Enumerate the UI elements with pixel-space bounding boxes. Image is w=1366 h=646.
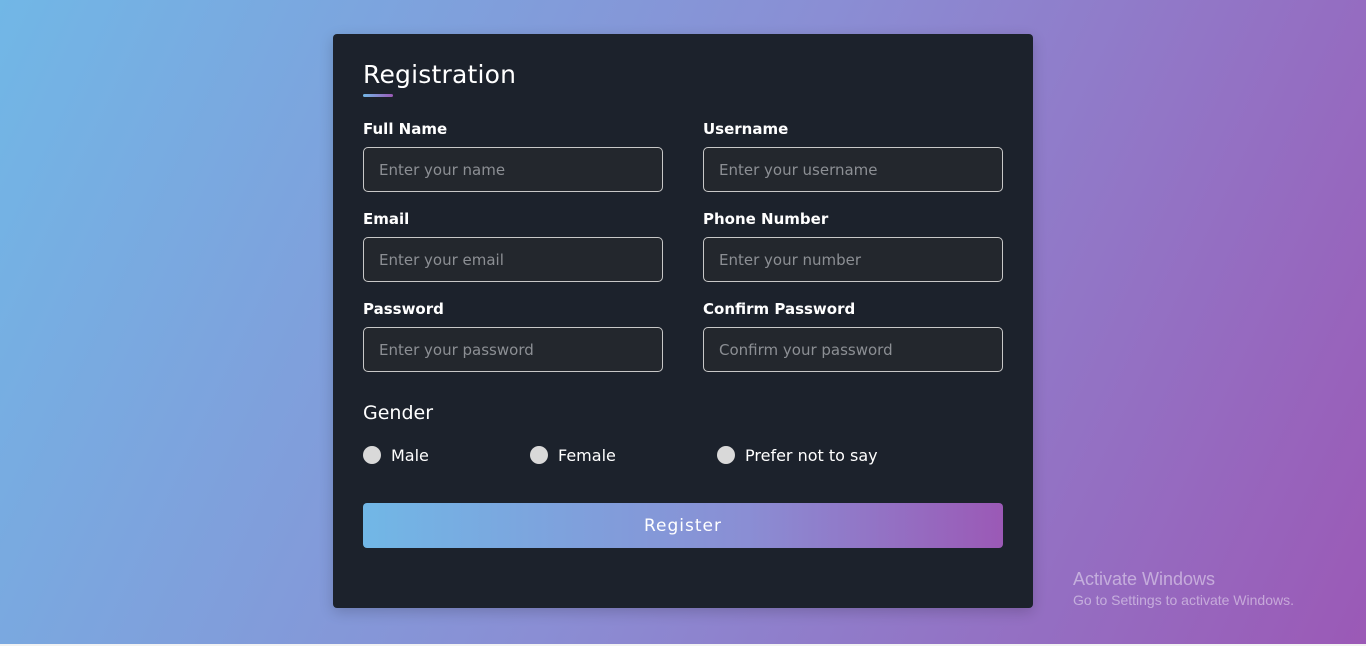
username-field: Username <box>703 119 1003 192</box>
password-field: Password <box>363 299 663 372</box>
full-name-input[interactable] <box>363 147 663 192</box>
password-input[interactable] <box>363 327 663 372</box>
form-title: Registration <box>363 60 517 89</box>
radio-female[interactable] <box>530 446 548 464</box>
phone-number-label: Phone Number <box>703 210 829 228</box>
registration-card: Registration Full Name Username Email Ph… <box>333 34 1033 608</box>
activate-windows-watermark: Activate Windows Go to Settings to activ… <box>1073 568 1294 610</box>
phone-number-input[interactable] <box>703 237 1003 282</box>
username-input[interactable] <box>703 147 1003 192</box>
gender-option-prefer-not-to-say[interactable]: Prefer not to say <box>717 444 878 466</box>
radio-label-female: Female <box>558 445 616 465</box>
username-label: Username <box>703 120 789 138</box>
full-name-label: Full Name <box>363 120 448 138</box>
full-name-field: Full Name <box>363 119 663 192</box>
gender-title: Gender <box>363 402 434 424</box>
register-button[interactable]: Register <box>363 503 1003 548</box>
confirm-password-input[interactable] <box>703 327 1003 372</box>
phone-number-field: Phone Number <box>703 209 1003 282</box>
confirm-password-label: Confirm Password <box>703 300 856 318</box>
gender-option-female[interactable]: Female <box>530 444 616 466</box>
radio-label-male: Male <box>391 445 429 465</box>
email-label: Email <box>363 210 410 228</box>
watermark-title: Activate Windows <box>1073 569 1216 589</box>
radio-label-prefer-not-to-say: Prefer not to say <box>745 445 878 465</box>
password-label: Password <box>363 300 444 318</box>
watermark-subtitle: Go to Settings to activate Windows. <box>1073 592 1294 608</box>
email-input[interactable] <box>363 237 663 282</box>
radio-prefer-not-to-say[interactable] <box>717 446 735 464</box>
email-field: Email <box>363 209 663 282</box>
radio-male[interactable] <box>363 446 381 464</box>
gender-option-male[interactable]: Male <box>363 444 429 466</box>
title-underline <box>363 94 393 97</box>
confirm-password-field: Confirm Password <box>703 299 1003 372</box>
